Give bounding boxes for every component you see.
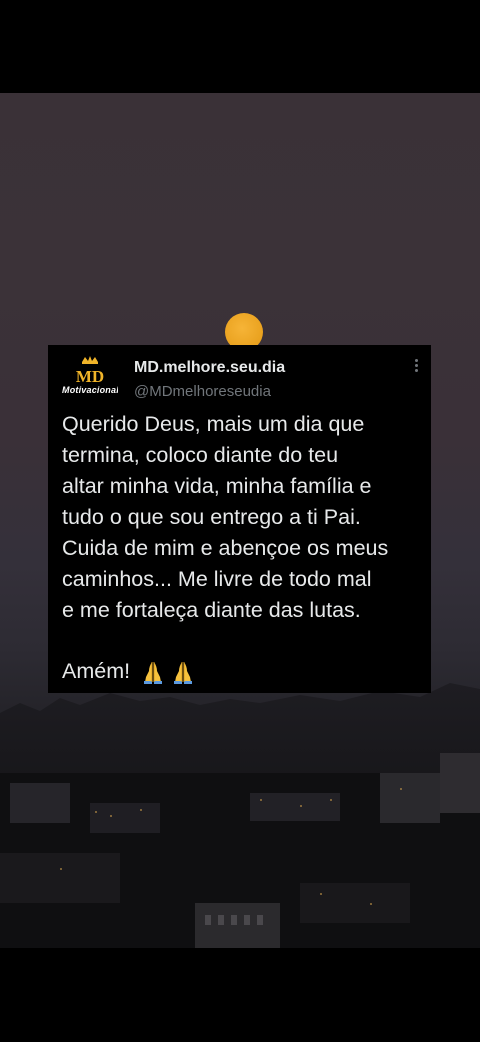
bottom-letterbox [0,948,480,1042]
more-options-icon[interactable] [412,359,420,377]
post-closing-text: Amém! [62,659,131,683]
avatar[interactable]: MD Motivacional [62,355,118,397]
screen: MD Motivacional MD.melhore.seu.dia @MDme… [0,0,480,1042]
top-letterbox [0,0,480,93]
post-closing-line: Amém! [62,656,200,687]
user-handle[interactable]: @MDmelhoreseudia [134,383,271,400]
post-text: Querido Deus, mais um dia que termina, c… [62,412,389,622]
avatar-monogram: MD [76,367,104,386]
post-card[interactable]: MD Motivacional MD.melhore.seu.dia @MDme… [48,345,431,693]
display-name[interactable]: MD.melhore.seu.dia [134,359,285,377]
folded-hands-icon [174,661,193,684]
folded-hands-icon [144,661,163,684]
crown-monogram-logo: MD [76,356,104,386]
avatar-caption: Motivacional [62,385,118,395]
city-skyline [0,683,480,948]
